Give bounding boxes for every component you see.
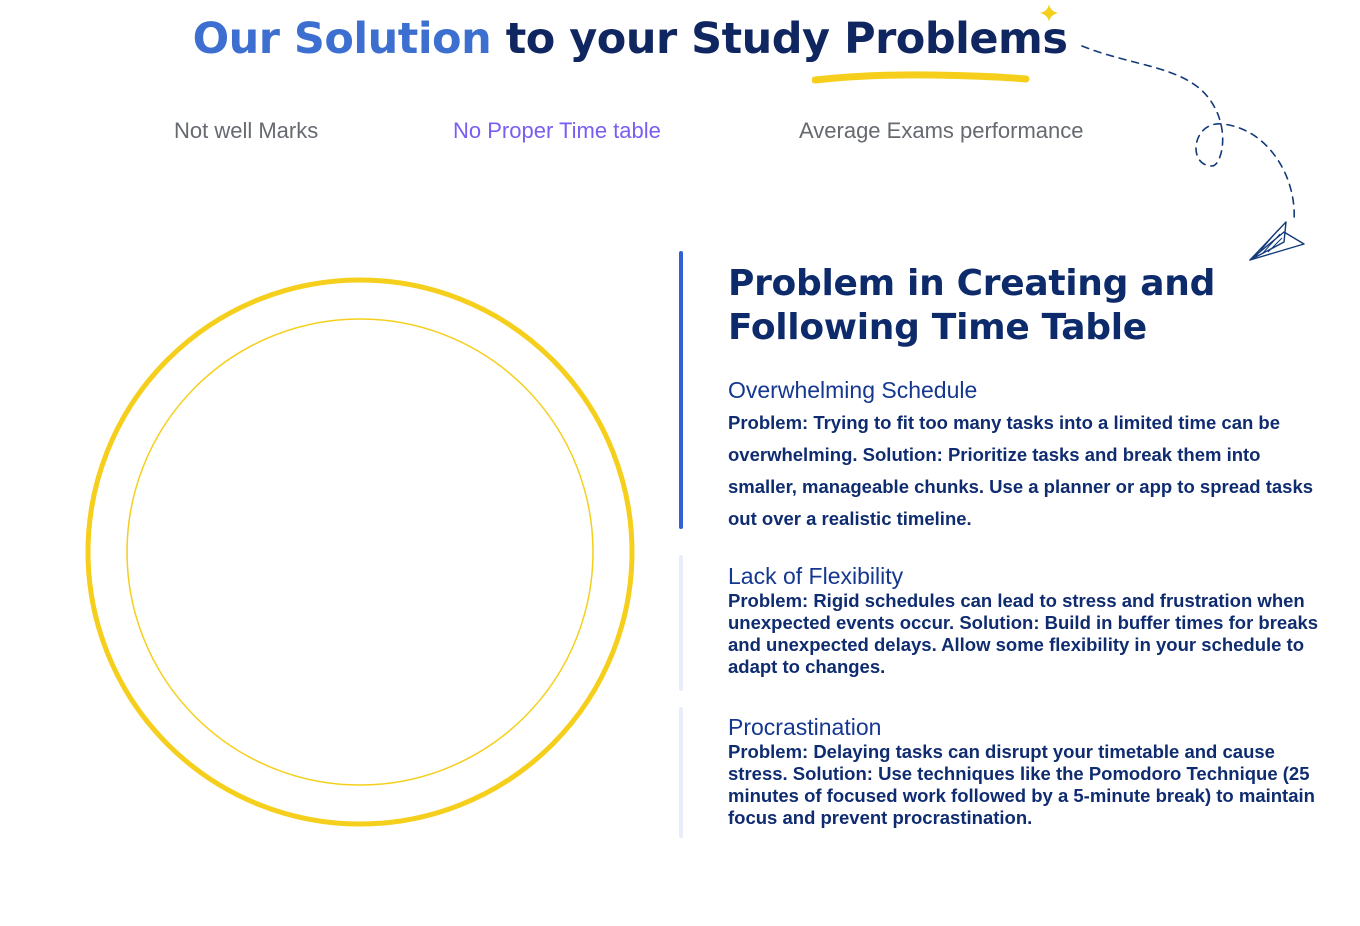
problem-item-body: Problem: Trying to fit too many tasks in… (728, 412, 1314, 529)
problem-item-overwhelming-schedule: Overwhelming Schedule Problem: Trying to… (728, 376, 1328, 535)
tab-not-well-marks[interactable]: Not well Marks (174, 118, 318, 144)
problem-item-procrastination: Procrastination Problem: Delaying tasks … (728, 713, 1328, 829)
heading-middle: to your Study (505, 14, 830, 64)
problem-item-body: Problem: Delaying tasks can disrupt your… (728, 741, 1315, 828)
star-sparkle-icon (1040, 4, 1058, 22)
section-title: Problem in Creating and Following Time T… (728, 263, 1216, 348)
heading-accent: Our Solution (192, 14, 492, 64)
heading-underlined: Problems (844, 14, 1068, 64)
problem-item-body: Problem: Rigid schedules can lead to str… (728, 590, 1319, 677)
problem-item-heading: Procrastination (728, 714, 882, 740)
problem-item-heading: Overwhelming Schedule (728, 377, 978, 403)
problem-item-lack-of-flexibility: Lack of Flexibility Problem: Rigid sched… (728, 562, 1328, 678)
tab-average-exams-performance[interactable]: Average Exams performance (799, 118, 1084, 144)
divider-active (679, 251, 683, 529)
paper-plane-icon (1249, 221, 1305, 261)
divider (679, 707, 683, 838)
heading-underline-decoration (812, 71, 1030, 84)
problem-item-heading: Lack of Flexibility (728, 563, 904, 589)
tab-no-proper-time-table[interactable]: No Proper Time table (453, 118, 661, 144)
divider (679, 555, 683, 691)
decorative-rings (85, 277, 635, 827)
page-heading: Our Solution to your Study Problems (0, 14, 1260, 64)
dashed-path-decoration (1081, 45, 1305, 261)
